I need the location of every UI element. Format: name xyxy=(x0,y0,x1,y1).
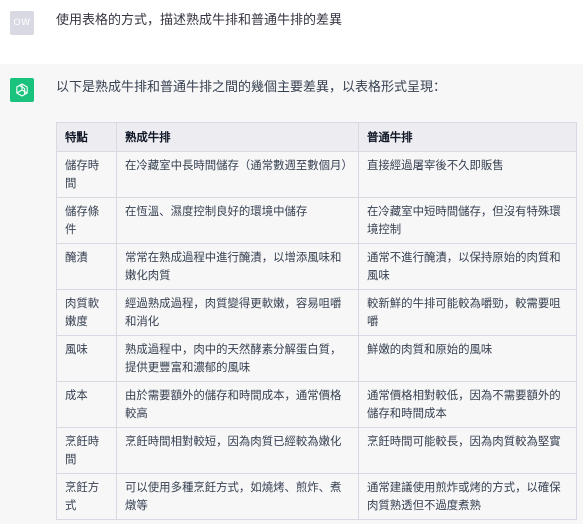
table-cell: 醃漬 xyxy=(56,243,117,290)
user-prompt-text: 使用表格的方式，描述熟成牛排和普通牛排的差異 xyxy=(56,13,343,28)
table-cell: 肉質軟嫩度 xyxy=(56,289,117,336)
table-header-row: 特點 熟成牛排 普通牛排 xyxy=(56,122,577,152)
column-header: 熟成牛排 xyxy=(116,122,359,152)
table-row: 儲存時間 在冷藏室中長時間儲存（通常數週至數個月） 直接經過屠宰後不久即販售 xyxy=(56,151,577,198)
table-row: 烹飪時間 烹飪時間相對較短，因為肉質已經較為嫩化 烹飪時間可能較長，因為肉質較為… xyxy=(56,427,577,474)
table-cell: 鮮嫩的肉質和原始的風味 xyxy=(358,335,577,382)
table-row: 醃漬 常常在熟成過程中進行醃漬，以增添風味和嫩化肉質 通常不進行醃漬，以保持原始… xyxy=(56,243,577,290)
table-cell: 通常建議使用煎炸或烤的方式，以確保肉質熟透但不過度煮熟 xyxy=(358,473,577,520)
table-cell: 儲存條件 xyxy=(56,197,117,244)
table-row: 儲存條件 在恆溫、濕度控制良好的環境中儲存 在冷藏室中短時間儲存，但沒有特殊環境… xyxy=(56,197,577,244)
table-cell: 烹飪時間 xyxy=(56,427,117,474)
table-cell: 常常在熟成過程中進行醃漬，以增添風味和嫩化肉質 xyxy=(116,243,359,290)
user-avatar: OW xyxy=(10,11,34,35)
table-cell: 儲存時間 xyxy=(56,151,117,198)
table-cell: 烹飪時間相對較短，因為肉質已經較為嫩化 xyxy=(116,427,359,474)
table-cell: 在恆溫、濕度控制良好的環境中儲存 xyxy=(116,197,359,244)
assistant-intro-text: 以下是熟成牛排和普通牛排之間的幾個主要差異，以表格形式呈現： xyxy=(56,80,447,95)
table-row: 肉質軟嫩度 經過熟成過程，肉質變得更軟嫩，容易咀嚼和消化 較新鮮的牛排可能較為嚼… xyxy=(56,289,577,336)
table-cell: 直接經過屠宰後不久即販售 xyxy=(358,151,577,198)
table-cell: 通常價格相對較低，因為不需要額外的儲存和時間成本 xyxy=(358,381,577,428)
table-cell: 可以使用多種烹飪方式，如燒烤、煎炸、煮燉等 xyxy=(116,473,359,520)
table-cell: 由於需要額外的儲存和時間成本，通常價格較高 xyxy=(116,381,359,428)
table-row: 烹飪方式 可以使用多種烹飪方式，如燒烤、煎炸、煮燉等 通常建議使用煎炸或烤的方式… xyxy=(56,473,577,520)
user-message: OW 使用表格的方式，描述熟成牛排和普通牛排的差異 xyxy=(0,0,583,64)
column-header: 特點 xyxy=(56,122,117,152)
table-cell: 風味 xyxy=(56,335,117,382)
table-row: 成本 由於需要額外的儲存和時間成本，通常價格較高 通常價格相對較低，因為不需要額… xyxy=(56,381,577,428)
table-cell: 烹飪方式 xyxy=(56,473,117,520)
table-cell: 烹飪時間可能較長，因為肉質較為堅實 xyxy=(358,427,577,474)
openai-logo-icon xyxy=(10,78,34,102)
table-row: 風味 熟成過程中，肉中的天然酵素分解蛋白質，提供更豐富和濃郁的風味 鮮嫩的肉質和… xyxy=(56,335,577,382)
table-cell: 熟成過程中，肉中的天然酵素分解蛋白質，提供更豐富和濃郁的風味 xyxy=(116,335,359,382)
table-cell: 較新鮮的牛排可能較為嚼勁，較需要咀嚼 xyxy=(358,289,577,336)
table-cell: 經過熟成過程，肉質變得更軟嫩，容易咀嚼和消化 xyxy=(116,289,359,336)
table-cell: 通常不進行醃漬，以保持原始的肉質和風味 xyxy=(358,243,577,290)
table-cell: 在冷藏室中短時間儲存，但沒有特殊環境控制 xyxy=(358,197,577,244)
column-header: 普通牛排 xyxy=(358,122,577,152)
comparison-table: 特點 熟成牛排 普通牛排 儲存時間 在冷藏室中長時間儲存（通常數週至數個月） 直… xyxy=(56,122,577,520)
assistant-message: 以下是熟成牛排和普通牛排之間的幾個主要差異，以表格形式呈現： 特點 熟成牛排 普… xyxy=(0,64,583,524)
table-cell: 在冷藏室中長時間儲存（通常數週至數個月） xyxy=(116,151,359,198)
table-cell: 成本 xyxy=(56,381,117,428)
